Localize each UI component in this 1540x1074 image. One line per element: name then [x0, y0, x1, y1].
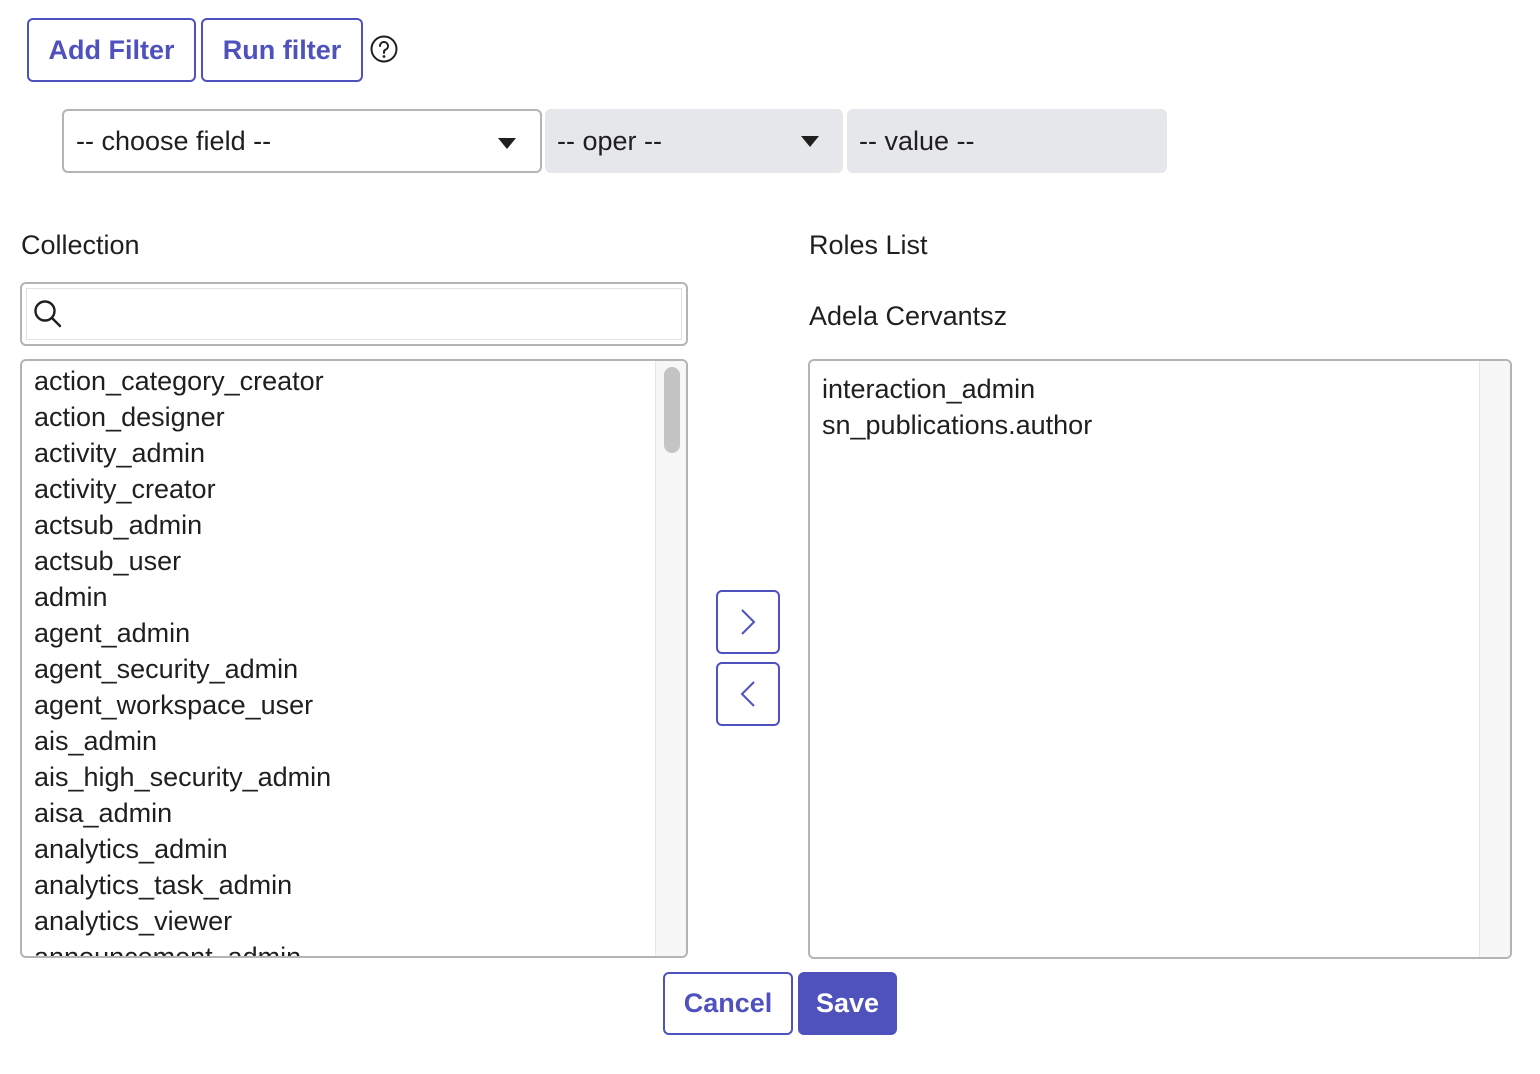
list-item[interactable]: announcement_admin — [34, 939, 652, 956]
list-item[interactable]: analytics_viewer — [34, 903, 652, 939]
list-item[interactable]: aisa_admin — [34, 795, 652, 831]
question-circle-icon[interactable] — [370, 35, 398, 63]
value-text: -- value -- — [859, 125, 975, 156]
list-item[interactable]: action_category_creator — [34, 363, 652, 399]
chevron-down-icon — [498, 138, 516, 149]
list-item[interactable]: ais_admin — [34, 723, 652, 759]
remove-role-button[interactable] — [716, 662, 780, 726]
list-item[interactable]: actsub_admin — [34, 507, 652, 543]
operator-text: -- oper -- — [557, 125, 663, 156]
list-item[interactable]: ais_high_security_admin — [34, 759, 652, 795]
cancel-button[interactable]: Cancel — [663, 972, 793, 1035]
collection-search-input[interactable] — [20, 282, 688, 346]
list-item[interactable]: admin — [34, 579, 652, 615]
value-field[interactable]: -- value -- — [847, 109, 1167, 173]
add-filter-button[interactable]: Add Filter — [27, 18, 196, 82]
roles-heading: Roles List — [809, 230, 928, 260]
list-item[interactable]: analytics_admin — [34, 831, 652, 867]
collection-scroll-thumb[interactable] — [664, 367, 680, 453]
search-icon — [34, 300, 62, 328]
collection-scrollbar[interactable] — [655, 361, 686, 956]
chevron-down-icon — [801, 136, 819, 147]
collection-listbox[interactable]: action_category_creator action_designer ac… — [20, 359, 688, 958]
chevron-right-icon — [741, 609, 756, 635]
collection-heading: Collection — [21, 230, 140, 260]
user-name: Adela Cervantsz — [809, 301, 1008, 331]
roles-scrollbar[interactable] — [1479, 361, 1510, 957]
list-item[interactable]: agent_admin — [34, 615, 652, 651]
list-item[interactable]: analytics_task_admin — [34, 867, 652, 903]
list-item[interactable]: agent_workspace_user — [34, 687, 652, 723]
roles-listbox[interactable]: interaction_admin sn_publications.author — [808, 359, 1512, 959]
run-filter-button[interactable]: Run filter — [201, 18, 363, 82]
list-item[interactable]: activity_admin — [34, 435, 652, 471]
choose-field-select[interactable]: -- choose field -- — [62, 109, 542, 173]
list-item[interactable]: interaction_admin — [822, 371, 1476, 407]
list-item[interactable]: action_designer — [34, 399, 652, 435]
list-item[interactable]: actsub_user — [34, 543, 652, 579]
chevron-left-icon — [740, 681, 755, 707]
list-item[interactable]: sn_publications.author — [822, 407, 1476, 443]
choose-field-text: -- choose field -- — [76, 125, 272, 156]
list-item[interactable]: agent_security_admin — [34, 651, 652, 687]
add-role-button[interactable] — [716, 590, 780, 654]
list-item[interactable]: activity_creator — [34, 471, 652, 507]
operator-select[interactable]: -- oper -- — [545, 109, 843, 173]
save-button[interactable]: Save — [798, 972, 897, 1035]
